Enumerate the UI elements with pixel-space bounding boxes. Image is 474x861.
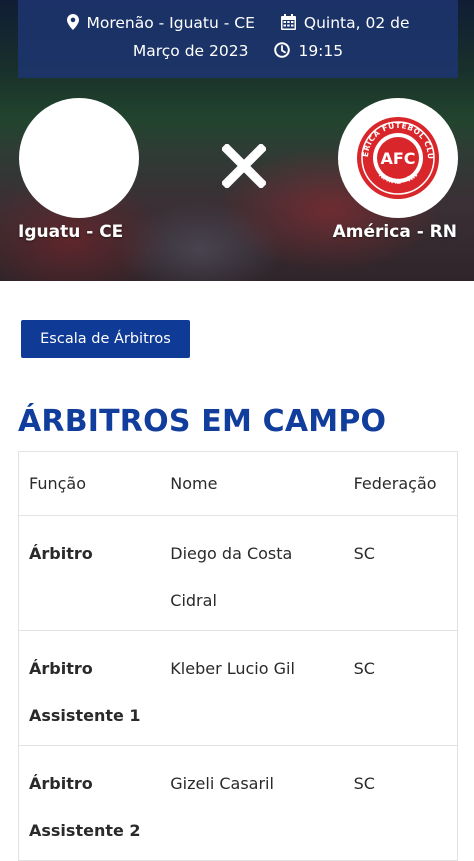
match-time: 19:15 <box>298 42 344 60</box>
match-info-line-2: Março de 2023 19:15 <box>18 42 458 62</box>
map-pin-icon <box>66 14 79 34</box>
away-team-name: América - RN <box>332 222 457 242</box>
match-info-line-1: Morenão - Iguatu - CE Quinta, 02 de <box>18 14 458 34</box>
match-venue: Morenão - Iguatu - CE <box>86 14 255 32</box>
clock-icon <box>274 42 291 62</box>
referee-federation: SC <box>343 630 458 746</box>
table-row: Árbitro Assistente 1 Kleber Lucio Gil SC <box>18 630 458 746</box>
referee-name: Gizeli Casaril <box>160 745 344 861</box>
referee-federation: SC <box>343 515 458 631</box>
match-info-bar: Morenão - Iguatu - CE Quinta, 02 de Març… <box>18 0 458 78</box>
match-date-line-2: Março de 2023 <box>132 42 249 60</box>
referee-name: Kleber Lucio Gil <box>160 630 344 746</box>
table-row: Árbitro Diego da Costa Cidral SC <box>18 515 458 631</box>
calendar-icon <box>280 14 296 34</box>
referee-role: Árbitro Assistente 2 <box>18 745 161 861</box>
table-header-row: Função Nome Federação <box>18 451 458 516</box>
referee-name: Diego da Costa Cidral <box>160 515 344 631</box>
column-header-funcao: Função <box>18 451 161 516</box>
column-header-nome: Nome <box>160 451 344 516</box>
match-date-line-1: Quinta, 02 de <box>303 14 410 32</box>
section-title: ÁRBITROS EM CAMPO <box>18 404 387 439</box>
referee-role: Árbitro <box>18 515 161 631</box>
escala-de-arbitros-button[interactable]: Escala de Árbitros <box>21 320 190 358</box>
away-logo-monogram: AFC <box>380 149 415 168</box>
table-row: Árbitro Assistente 2 Gizeli Casaril SC <box>18 745 458 861</box>
referee-role: Árbitro Assistente 1 <box>18 630 161 746</box>
away-team-logo: AMÉRICA FUTEBOL CLUBE NATAL - RN AFC <box>334 91 458 218</box>
versus-x-icon <box>220 142 268 192</box>
home-team-logo <box>19 98 139 218</box>
column-header-federacao: Federação <box>343 451 458 516</box>
referee-federation: SC <box>343 745 458 861</box>
home-team-name: Iguatu - CE <box>18 222 124 242</box>
referees-table: Função Nome Federação Árbitro Diego da C… <box>18 451 458 861</box>
